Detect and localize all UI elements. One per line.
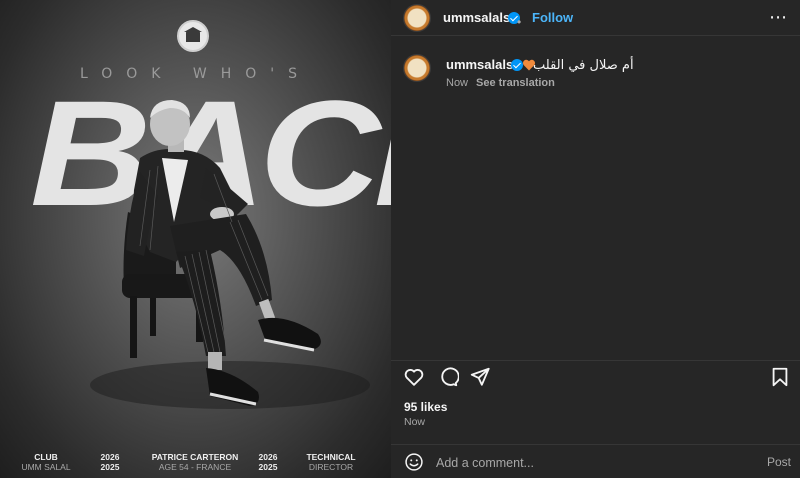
caption-text: أم صلال في القلب [533, 58, 634, 73]
credit-person-info: AGE 54 - FRANCE [158, 462, 232, 472]
save-bookmark-icon[interactable] [769, 366, 791, 388]
more-options-icon[interactable]: ⋯ [769, 8, 787, 26]
caption-username[interactable]: ummsalalsc [446, 57, 520, 72]
like-heart-icon[interactable] [403, 366, 425, 388]
post-image[interactable]: LOOK WHO'S BACK [0, 0, 391, 478]
post-time: Now [404, 416, 426, 428]
credit-role-line1: TECHNICAL [306, 452, 356, 462]
share-send-icon[interactable] [469, 366, 491, 388]
credit-club-title: CLUB [34, 452, 58, 462]
likes-count[interactable]: 95 likes [404, 400, 447, 414]
credit-club-name: UMM SALAL [21, 462, 71, 472]
post-sidebar: ummsalalsc • Follow ⋯ ummsalalsc أم صلال… [391, 0, 800, 478]
credit-year-bottom: 2025 [100, 462, 120, 472]
header-username[interactable]: ummsalalsc [443, 10, 517, 25]
follow-button[interactable]: Follow [532, 10, 573, 25]
credit-person-name: PATRICE CARTERON [151, 452, 239, 462]
comment-bar: Post [391, 444, 800, 478]
caption-time: Now [446, 77, 469, 89]
comment-bubble-icon[interactable] [437, 366, 459, 388]
action-bar [391, 360, 800, 392]
emoji-icon[interactable] [404, 452, 424, 472]
post-comment-button[interactable]: Post [767, 455, 791, 469]
seated-man-illustration [90, 100, 370, 409]
image-credits: CLUB UMM SALAL 2026 2025 PATRICE CARTERO… [0, 452, 391, 474]
caption-avatar[interactable] [403, 54, 431, 82]
credit-role-line2: DIRECTOR [308, 462, 354, 472]
comment-input[interactable] [436, 454, 746, 472]
separator-dot: • [517, 15, 522, 29]
avatar[interactable] [403, 4, 431, 32]
credit-year-top: 2026 [100, 452, 120, 462]
credit-year-top-2: 2026 [258, 452, 278, 462]
post-header: ummsalalsc • Follow ⋯ [391, 0, 800, 36]
see-translation-link[interactable]: See translation [476, 77, 555, 89]
credit-year-bottom-2: 2025 [258, 462, 278, 472]
